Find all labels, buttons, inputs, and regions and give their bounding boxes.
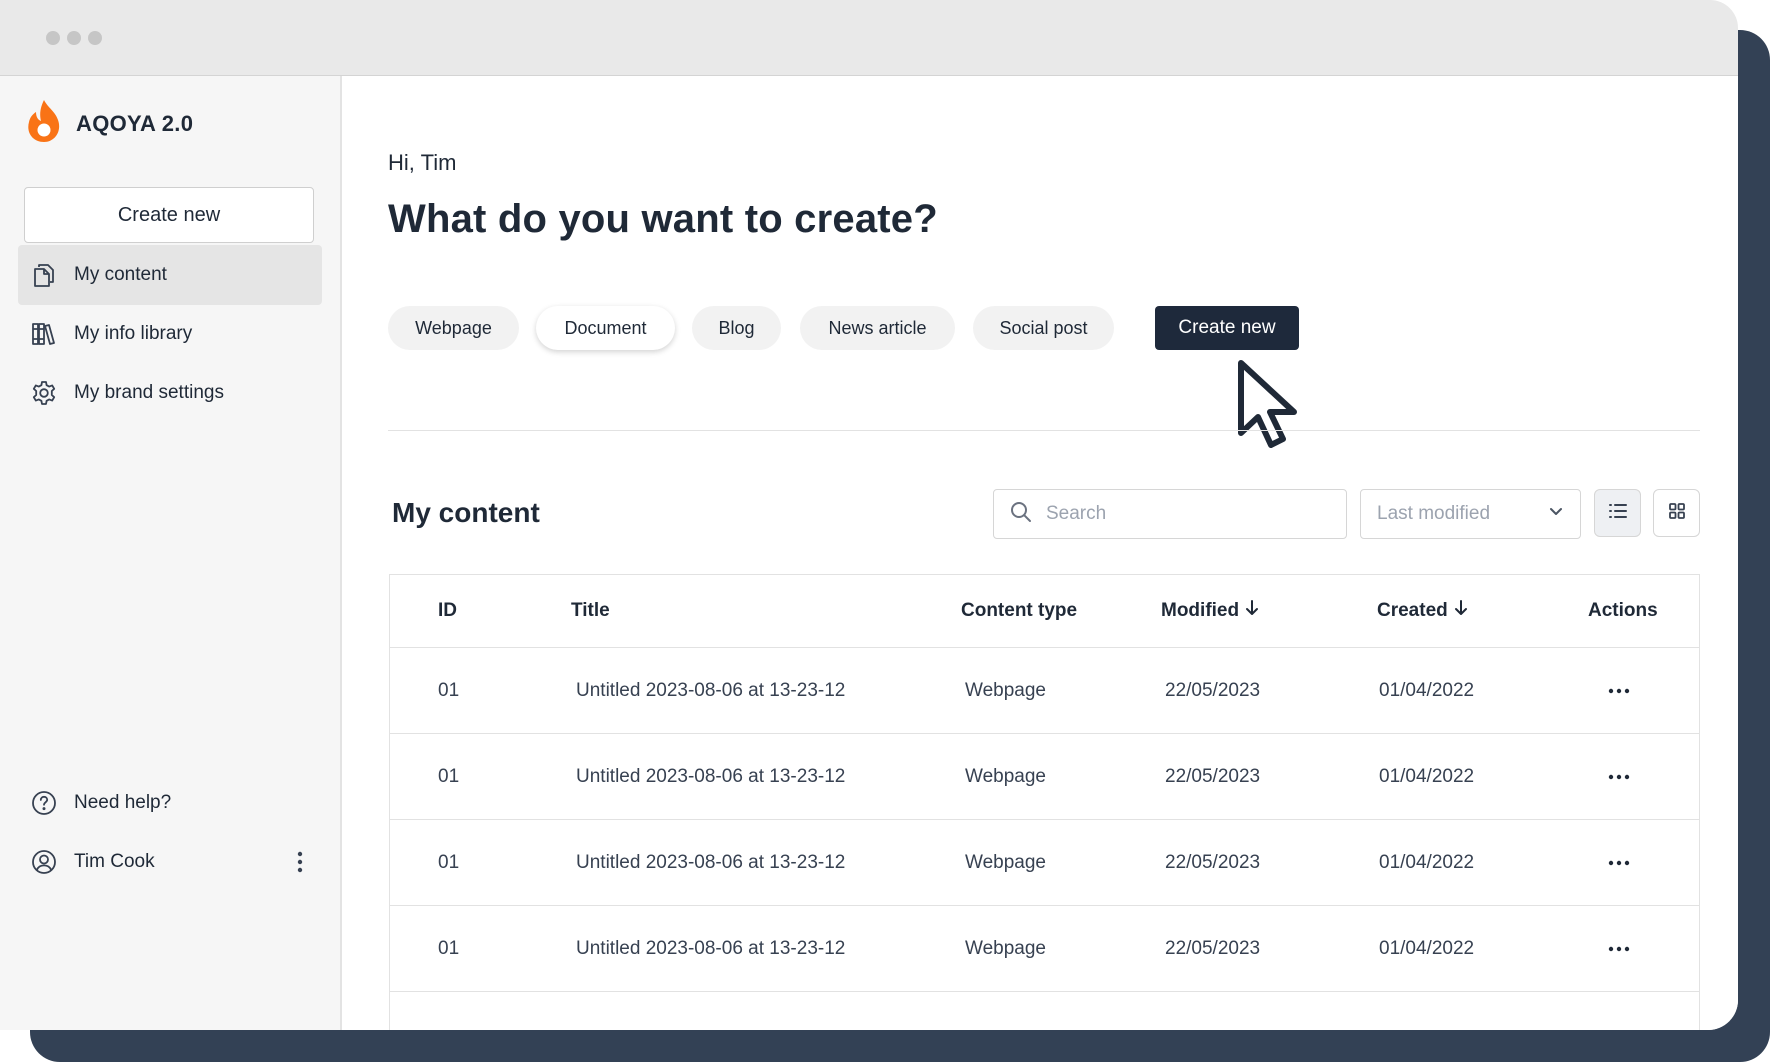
cell-created: 01/04/2022 — [1379, 765, 1475, 787]
sidebar-item-label: My info library — [74, 323, 193, 344]
need-help-label: Need help? — [74, 792, 172, 813]
library-icon — [30, 320, 58, 348]
cell-content-type: Webpage — [965, 851, 1046, 873]
cell-created: 01/04/2022 — [1379, 851, 1475, 873]
grid-icon — [1668, 502, 1686, 525]
sidebar-create-button[interactable]: Create new — [24, 187, 314, 243]
window-dot[interactable] — [46, 31, 60, 45]
table-row[interactable]: 01 Untitled 2023-08-06 at 13-23-12 Webpa… — [390, 820, 1699, 906]
window-dot[interactable] — [67, 31, 81, 45]
arrow-down-icon — [1245, 599, 1259, 623]
search-box[interactable] — [993, 489, 1347, 539]
list-icon — [1608, 502, 1628, 525]
column-header-actions: Actions — [1588, 600, 1658, 621]
table-row[interactable]: 01 Untitled 2023-08-06 at 13-23-12 Webpa… — [390, 734, 1699, 820]
cell-created: 01/04/2022 — [1379, 937, 1475, 959]
cell-id: 01 — [438, 679, 460, 701]
cell-content-type: Webpage — [965, 937, 1046, 959]
grid-view-button[interactable] — [1653, 489, 1700, 537]
sidebar-item-my-content[interactable]: My content — [18, 245, 322, 305]
arrow-down-icon — [1454, 599, 1468, 623]
brand-name: AQOYA 2.0 — [76, 110, 194, 136]
cell-modified: 22/05/2023 — [1165, 937, 1261, 959]
chip-social-post[interactable]: Social post — [973, 306, 1114, 350]
section-divider — [388, 430, 1700, 431]
list-view-button[interactable] — [1594, 489, 1641, 537]
brand: AQOYA 2.0 — [24, 98, 193, 149]
cell-modified: 22/05/2023 — [1165, 765, 1261, 787]
cell-id: 01 — [438, 765, 460, 787]
cell-title[interactable]: Untitled 2023-08-06 at 13-23-12 — [576, 820, 845, 905]
page-title: What do you want to create? — [388, 197, 938, 241]
chip-document[interactable]: Document — [536, 306, 675, 350]
table-header: ID Title Content type Modified Created A… — [390, 575, 1699, 648]
window-dot[interactable] — [88, 31, 102, 45]
cell-id: 01 — [438, 937, 460, 959]
section-title: My content — [392, 497, 540, 528]
column-header-modified[interactable]: Modified — [1161, 575, 1259, 647]
search-input[interactable] — [1044, 502, 1328, 526]
chip-webpage[interactable]: Webpage — [388, 306, 519, 350]
greeting: Hi, Tim — [388, 150, 457, 175]
user-profile[interactable]: Tim Cook — [18, 832, 322, 892]
cell-content-type: Webpage — [965, 765, 1046, 787]
row-actions-icon[interactable] — [1608, 820, 1630, 905]
chip-blog[interactable]: Blog — [692, 306, 781, 350]
column-header-created[interactable]: Created — [1377, 575, 1468, 647]
kebab-menu-icon[interactable] — [290, 848, 310, 881]
sidebar-item-my-info-library[interactable]: My info library — [18, 304, 322, 364]
sidebar-item-my-brand-settings[interactable]: My brand settings — [18, 363, 322, 423]
mouse-pointer-icon — [1238, 360, 1297, 448]
user-circle-icon — [30, 848, 58, 876]
sidebar-item-label: My content — [74, 264, 167, 285]
app-window: AQOYA 2.0 Create new My content My info … — [0, 0, 1738, 1030]
cell-title[interactable]: Untitled 2023-08-06 at 13-23-12 — [576, 906, 845, 991]
sidebar-item-label: My brand settings — [74, 382, 224, 403]
cell-title[interactable]: Untitled 2023-08-06 at 13-23-12 — [576, 734, 845, 819]
cell-modified: 22/05/2023 — [1165, 679, 1261, 701]
cell-created: 01/04/2022 — [1379, 679, 1475, 701]
column-header-content-type[interactable]: Content type — [961, 575, 1077, 647]
flame-icon — [24, 98, 64, 149]
window-titlebar — [0, 0, 1738, 76]
chevron-down-icon — [1548, 503, 1564, 525]
row-actions-icon[interactable] — [1608, 734, 1630, 819]
cell-id: 01 — [438, 851, 460, 873]
chip-news-article[interactable]: News article — [800, 306, 955, 350]
table-row[interactable]: 01 Untitled 2023-08-06 at 13-23-12 Webpa… — [390, 906, 1699, 992]
gear-icon — [30, 379, 58, 407]
cell-modified: 22/05/2023 — [1165, 851, 1261, 873]
cell-content-type: Webpage — [965, 679, 1046, 701]
sidebar: AQOYA 2.0 Create new My content My info … — [0, 76, 342, 1030]
need-help-link[interactable]: Need help? — [18, 773, 322, 833]
row-actions-icon[interactable] — [1608, 648, 1630, 733]
row-actions-icon[interactable] — [1608, 906, 1630, 991]
documents-icon — [30, 261, 58, 289]
table-row[interactable]: 01 Untitled 2023-08-06 at 13-23-12 Webpa… — [390, 648, 1699, 734]
sort-select-value: Last modified — [1377, 503, 1491, 524]
search-icon — [1010, 501, 1032, 528]
content-table: ID Title Content type Modified Created A… — [389, 574, 1700, 1030]
create-new-button[interactable]: Create new — [1155, 306, 1299, 350]
column-header-title[interactable]: Title — [571, 575, 610, 647]
sort-select[interactable]: Last modified — [1360, 489, 1581, 539]
main-area: Hi, Tim What do you want to create? Webp… — [342, 76, 1738, 1030]
user-name: Tim Cook — [74, 851, 155, 872]
help-circle-icon — [30, 789, 58, 817]
cell-title[interactable]: Untitled 2023-08-06 at 13-23-12 — [576, 648, 845, 733]
column-header-id[interactable]: ID — [438, 575, 457, 647]
